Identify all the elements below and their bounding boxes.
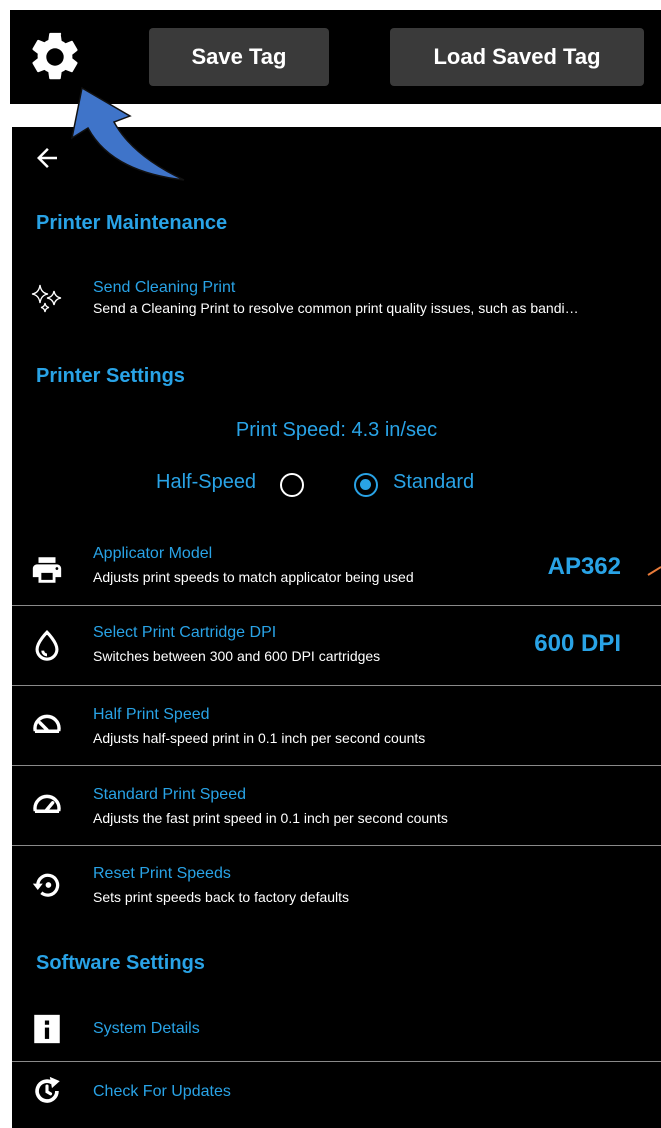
- restore-icon: [32, 873, 60, 897]
- update-icon: [35, 1076, 60, 1103]
- settings-panel: Printer Maintenance Send Cleaning Print …: [12, 127, 661, 1128]
- speedometer-slow-icon: [31, 714, 63, 744]
- section-printer-settings: Printer Settings: [36, 365, 185, 387]
- item-title: Standard Print Speed: [93, 786, 246, 803]
- reset-print-speeds-row[interactable]: Reset Print Speeds Sets print speeds bac…: [12, 846, 661, 925]
- standard-radio-dot: [360, 479, 371, 490]
- check-for-updates-row[interactable]: Check For Updates: [12, 1062, 661, 1128]
- cartridge-dpi-row[interactable]: Select Print Cartridge DPI Switches betw…: [12, 606, 661, 685]
- save-tag-button[interactable]: Save Tag: [149, 28, 329, 86]
- item-desc: Adjusts half-speed print in 0.1 inch per…: [93, 730, 426, 746]
- item-title: Half Print Speed: [93, 706, 210, 723]
- half-speed-label: Half-Speed: [156, 471, 257, 493]
- top-toolbar: Save Tag Load Saved Tag: [10, 10, 661, 104]
- item-title: Reset Print Speeds: [93, 865, 231, 882]
- standard-radio[interactable]: [354, 473, 378, 497]
- item-title: Applicator Model: [93, 545, 213, 562]
- system-details-row[interactable]: System Details: [12, 998, 661, 1061]
- section-printer-maintenance: Printer Maintenance: [36, 212, 228, 234]
- item-desc: Adjusts the fast print speed in 0.1 inch…: [93, 810, 448, 826]
- item-title: Select Print Cartridge DPI: [93, 624, 277, 641]
- half-speed-radio[interactable]: [280, 473, 304, 497]
- back-arrow-icon[interactable]: [32, 143, 62, 173]
- gear-icon[interactable]: [26, 28, 84, 86]
- item-desc: Adjusts print speeds to match applicator…: [93, 569, 414, 585]
- item-desc: Sets print speeds back to factory defaul…: [93, 889, 350, 905]
- load-saved-tag-button[interactable]: Load Saved Tag: [390, 28, 644, 86]
- item-desc: Switches between 300 and 600 DPI cartrid…: [93, 648, 381, 664]
- cleaning-title: Send Cleaning Print: [93, 279, 236, 296]
- standard-print-speed-row[interactable]: Standard Print Speed Adjusts the fast pr…: [12, 766, 661, 845]
- applicator-model-value: AP362: [547, 553, 621, 580]
- half-print-speed-row[interactable]: Half Print Speed Adjusts half-speed prin…: [12, 686, 661, 765]
- info-box-icon: [34, 1014, 60, 1044]
- print-speed-text: Print Speed: 4.3 in/sec: [235, 419, 438, 441]
- speedometer-icon: [31, 794, 63, 824]
- printer-icon: [32, 557, 62, 583]
- ink-drop-icon: [35, 630, 59, 661]
- applicator-model-row[interactable]: Applicator Model Adjusts print speeds to…: [12, 537, 661, 605]
- standard-label: Standard: [393, 471, 475, 493]
- item-title: Check For Updates: [93, 1083, 231, 1100]
- sparkles-icon: [31, 284, 62, 313]
- speed-radio-group: Half-Speed Standard: [12, 467, 661, 501]
- cleaning-desc: Send a Cleaning Print to resolve common …: [93, 300, 579, 316]
- dpi-value: 600 DPI: [534, 630, 621, 657]
- send-cleaning-print-row[interactable]: Send Cleaning Print Send a Cleaning Prin…: [12, 277, 661, 327]
- section-software-settings: Software Settings: [36, 952, 205, 974]
- item-title: System Details: [93, 1020, 200, 1037]
